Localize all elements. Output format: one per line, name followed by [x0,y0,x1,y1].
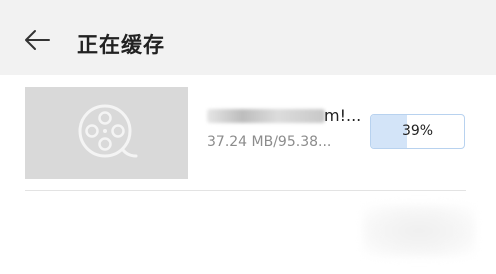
back-button[interactable] [22,25,52,55]
file-size-progress: 37.24 MB/95.38... [207,134,332,150]
page-title: 正在缓存 [77,33,165,57]
progress-percent-label: 39% [401,123,434,139]
blurred-name-mask [207,109,325,123]
blurred-region [363,205,475,257]
film-reel-icon [78,104,138,158]
download-progress-button[interactable]: 39% [370,114,465,149]
file-name-text: m!... [324,106,362,125]
divider [25,190,466,191]
download-list-item[interactable]: m!... 37.24 MB/95.38... 39% [0,75,496,195]
arrow-left-icon [25,30,50,50]
top-bar: 正在缓存 [0,0,496,75]
video-thumbnail [25,87,188,179]
